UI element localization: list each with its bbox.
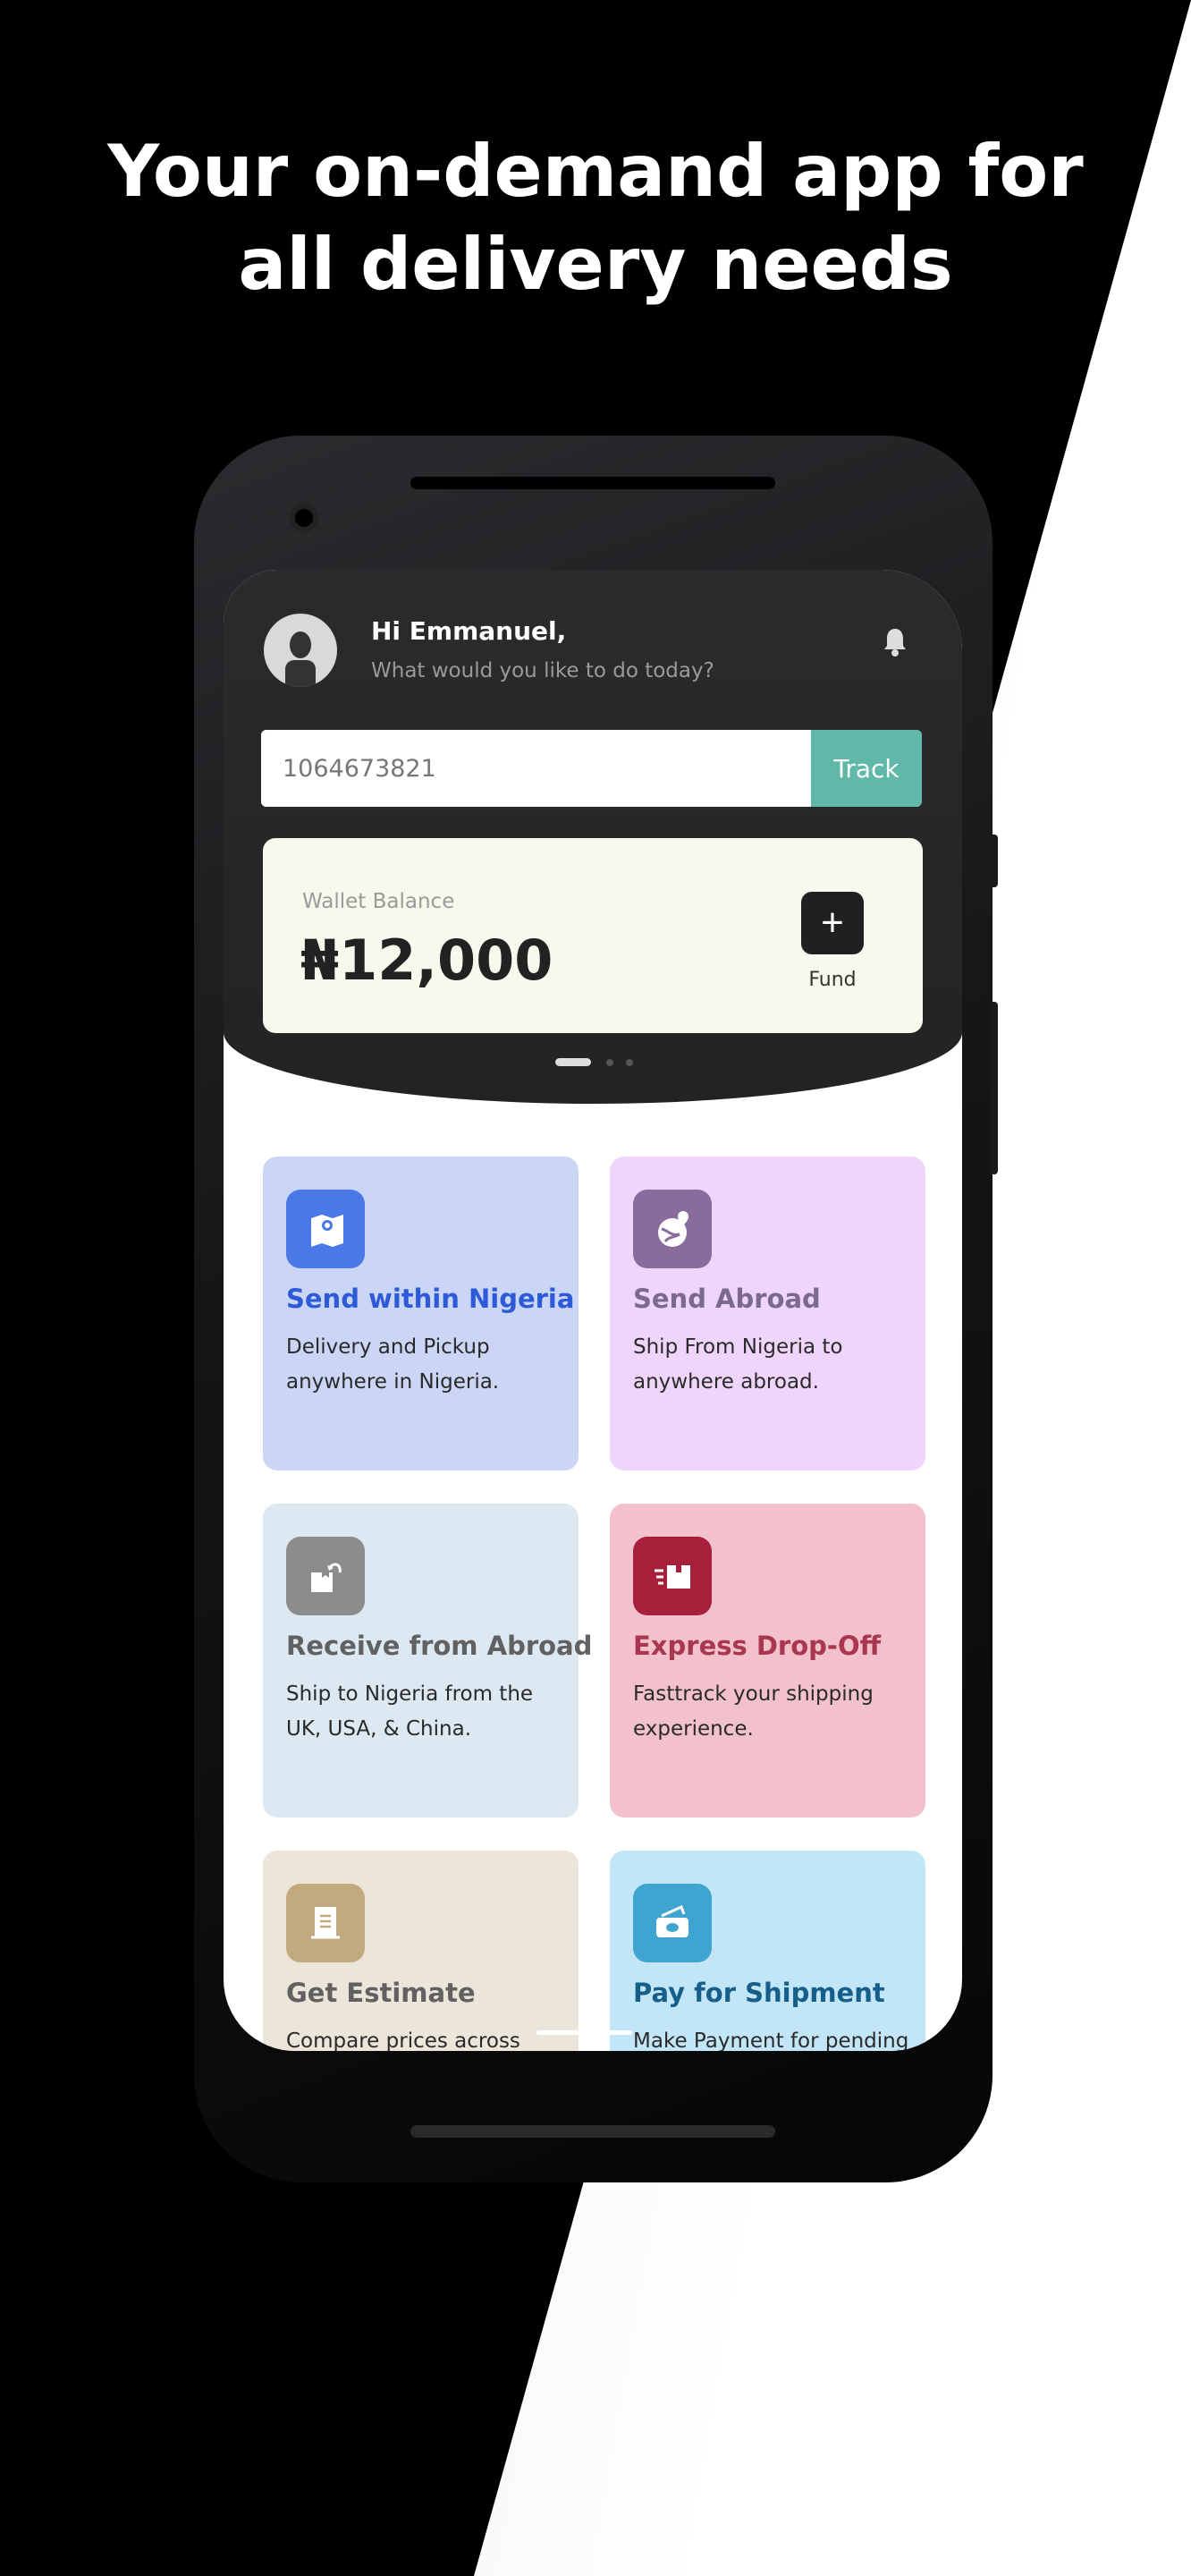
app-screen: Hi Emmanuel, What would you like to do t… bbox=[224, 570, 962, 2051]
service-title: Send within Nigeria bbox=[286, 1284, 575, 1314]
speaker bbox=[410, 477, 775, 489]
headline-line: Your on-demand app for bbox=[107, 130, 1084, 213]
service-title: Express Drop-Off bbox=[633, 1631, 882, 1661]
track-form: Track bbox=[261, 730, 922, 807]
cash-icon bbox=[633, 1884, 712, 1962]
camera bbox=[290, 504, 318, 532]
headline: Your on-demand app for all delivery need… bbox=[0, 125, 1191, 311]
fast-box-icon bbox=[633, 1537, 712, 1615]
fund-label: Fund bbox=[808, 969, 857, 991]
service-description: Ship From Nigeria to anywhere abroad. bbox=[633, 1335, 843, 1394]
service-title: Send Abroad bbox=[633, 1284, 821, 1314]
service-title: Pay for Shipment bbox=[633, 1978, 885, 2008]
greeting-subtitle: What would you like to do today? bbox=[371, 659, 714, 682]
home-indicator bbox=[536, 2030, 632, 2035]
power-button bbox=[991, 1002, 998, 1174]
service-description: Compare prices across bbox=[286, 2029, 520, 2051]
map-pin-icon bbox=[286, 1190, 365, 1268]
wallet-amount: ₦12,000 bbox=[300, 928, 553, 993]
carousel-dot-active[interactable] bbox=[555, 1058, 591, 1066]
wallet-label: Wallet Balance bbox=[302, 890, 455, 913]
fund-button[interactable]: + bbox=[801, 892, 864, 954]
service-description: Make Payment for pending bbox=[633, 2029, 909, 2051]
service-card[interactable]: Express Drop-Off Fasttrack your shipping… bbox=[610, 1504, 925, 1818]
carousel-dot[interactable] bbox=[606, 1059, 613, 1066]
service-card[interactable]: Receive from Abroad Ship to Nigeria from… bbox=[263, 1504, 592, 1818]
service-title: Get Estimate bbox=[286, 1978, 476, 2008]
bell-icon[interactable] bbox=[882, 627, 908, 657]
carousel-dot[interactable] bbox=[626, 1059, 633, 1066]
globe-pin-icon bbox=[633, 1190, 712, 1268]
box-return-icon bbox=[286, 1537, 365, 1615]
service-card[interactable]: Send within Nigeria Delivery and Pickup … bbox=[263, 1157, 579, 1470]
avatar[interactable] bbox=[264, 614, 337, 687]
service-card[interactable]: Get Estimate Compare prices across bbox=[263, 1851, 579, 2051]
receipt-icon bbox=[286, 1884, 365, 1962]
service-description: Ship to Nigeria from the UK, USA, & Chin… bbox=[286, 1682, 534, 1741]
tracking-number-input[interactable] bbox=[261, 730, 811, 807]
service-card[interactable]: Pay for Shipment Make Payment for pendin… bbox=[610, 1851, 925, 2051]
bottom-bar bbox=[410, 2125, 775, 2138]
wallet-card: Wallet Balance ₦12,000 + Fund bbox=[263, 838, 923, 1033]
track-button[interactable]: Track bbox=[811, 730, 922, 807]
service-card[interactable]: Send Abroad Ship From Nigeria to anywher… bbox=[610, 1157, 925, 1470]
carousel-indicator bbox=[224, 1058, 962, 1067]
greeting: Hi Emmanuel, bbox=[371, 616, 567, 646]
service-title: Receive from Abroad bbox=[286, 1631, 593, 1661]
headline-line: all delivery needs bbox=[238, 223, 953, 306]
volume-button bbox=[991, 835, 998, 887]
service-description: Fasttrack your shipping experience. bbox=[633, 1682, 874, 1741]
service-description: Delivery and Pickup anywhere in Nigeria. bbox=[286, 1335, 500, 1394]
